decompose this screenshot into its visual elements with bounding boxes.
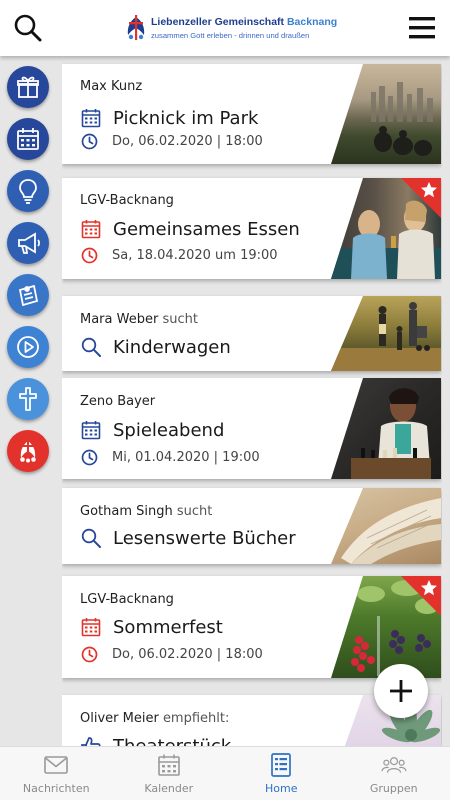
search-icon	[81, 528, 101, 548]
book-photo	[331, 488, 441, 564]
community-logo-icon	[127, 15, 145, 40]
rail-ideas-button[interactable]	[7, 170, 49, 212]
feed-card[interactable]: Mara Weber sucht Kinderwagen	[62, 296, 441, 371]
card-date-row: Do, 06.02.2020 | 18:00	[80, 131, 263, 151]
card-title-row: Gemeinsames Essen	[80, 216, 300, 242]
card-title: Gemeinsames Essen	[113, 218, 300, 240]
nav-label: Kalender	[144, 782, 194, 795]
bottom-navigation: Nachrichten Kalender Home Gruppen	[0, 746, 450, 800]
nav-label: Home	[265, 782, 298, 795]
feed-card[interactable]: LGV-Backnang Gemeinsames Essen Sa, 18.04…	[62, 178, 441, 279]
card-author: Gotham Singh sucht	[80, 504, 213, 519]
hamburger-menu-icon	[409, 17, 435, 39]
clock-icon	[81, 646, 98, 662]
card-title-row: Sommerfest	[80, 614, 223, 640]
nav-gruppen[interactable]: Gruppen	[338, 747, 450, 800]
card-author: Max Kunz	[80, 79, 143, 94]
pin-note-icon	[18, 284, 39, 307]
rail-calendar-button[interactable]	[7, 118, 49, 160]
nav-nachrichten[interactable]: Nachrichten	[0, 747, 113, 800]
lightbulb-icon	[19, 179, 37, 204]
search-icon	[14, 14, 42, 42]
community-logo-icon	[20, 439, 36, 463]
star-icon	[421, 182, 437, 198]
rail-media-button[interactable]	[7, 326, 49, 368]
rail-announcements-button[interactable]	[7, 222, 49, 264]
card-date: Sa, 18.04.2020 um 19:00	[112, 247, 278, 263]
home-list-icon	[271, 753, 292, 777]
rail-notes-button[interactable]	[7, 274, 49, 316]
feed-card[interactable]: Zeno Bayer Spieleabend Mi, 01.04.2020 | …	[62, 378, 441, 479]
card-title-row: Theaterstück	[80, 733, 231, 746]
card-title: Spieleabend	[113, 419, 225, 441]
card-date-row: Do, 06.02.2020 | 18:00	[80, 644, 263, 664]
menu-button[interactable]	[406, 12, 438, 44]
nav-label: Nachrichten	[22, 782, 90, 795]
card-date: Do, 06.02.2020 | 18:00	[112, 646, 263, 662]
picnic-photo	[331, 64, 441, 164]
nav-kalender[interactable]: Kalender	[113, 747, 226, 800]
feed-card[interactable]: Max Kunz Picknick im Park Do, 06.02.2020…	[62, 64, 441, 164]
logo-title: Liebenzeller Gemeinschaft Backnang	[151, 16, 338, 28]
add-post-button[interactable]	[374, 664, 428, 718]
play-icon	[17, 336, 39, 358]
calendar-icon	[157, 754, 180, 776]
card-date: Do, 06.02.2020 | 18:00	[112, 133, 263, 149]
logo-subtitle: zusammen Gott erleben - drinnen und drau…	[151, 31, 310, 40]
clock-icon	[81, 247, 98, 263]
star-icon	[421, 580, 437, 596]
card-author: Zeno Bayer	[80, 394, 156, 409]
card-title: Kinderwagen	[113, 336, 231, 358]
card-author: Oliver Meier empfiehlt:	[80, 711, 230, 726]
search-icon	[81, 337, 101, 357]
search-button[interactable]	[12, 12, 44, 44]
card-date-row: Mi, 01.04.2020 | 19:00	[80, 447, 260, 467]
card-title-row: Kinderwagen	[80, 334, 231, 360]
plus-icon	[390, 680, 412, 702]
card-date-row: Sa, 18.04.2020 um 19:00	[80, 245, 278, 265]
group-icon	[381, 757, 407, 773]
clock-icon	[81, 133, 98, 149]
card-title: Sommerfest	[113, 616, 223, 638]
card-author: LGV-Backnang	[80, 592, 174, 607]
clock-icon	[81, 449, 98, 465]
mail-icon	[44, 756, 69, 774]
gift-icon	[17, 76, 39, 98]
family-walk-photo	[331, 296, 441, 371]
card-title-row: Lesenswerte Bücher	[80, 525, 296, 551]
category-rail	[0, 56, 56, 746]
card-date: Mi, 01.04.2020 | 19:00	[112, 449, 260, 465]
calendar-icon	[81, 421, 101, 440]
calendar-icon	[81, 220, 101, 239]
megaphone-icon	[18, 232, 41, 254]
feed-card[interactable]: Gotham Singh sucht Lesenswerte Bücher	[62, 488, 441, 564]
card-title: Picknick im Park	[113, 107, 259, 129]
thumbs-up-icon	[81, 737, 101, 746]
feed-card[interactable]: LGV-Backnang Sommerfest Do, 06.02.2020 |…	[62, 576, 441, 678]
calendar-icon	[81, 109, 101, 128]
app-header: Liebenzeller Gemeinschaft Backnang zusam…	[0, 0, 450, 56]
nav-label: Gruppen	[369, 782, 418, 795]
card-title: Lesenswerte Bücher	[113, 527, 296, 549]
calendar-icon	[17, 128, 39, 150]
cross-icon	[19, 387, 37, 411]
card-title-row: Picknick im Park	[80, 105, 258, 131]
rail-community-button[interactable]	[7, 430, 49, 472]
calendar-icon	[81, 618, 101, 637]
chess-photo	[331, 378, 441, 479]
home-feed[interactable]: Max Kunz Picknick im Park Do, 06.02.2020…	[62, 56, 442, 746]
rail-gift-button[interactable]	[7, 66, 49, 108]
app-logo[interactable]: Liebenzeller Gemeinschaft Backnang zusam…	[124, 14, 338, 46]
card-title-row: Spieleabend	[80, 417, 224, 443]
card-author: LGV-Backnang	[80, 193, 174, 208]
card-title: Theaterstück	[113, 735, 232, 747]
rail-faith-button[interactable]	[7, 378, 49, 420]
nav-home[interactable]: Home	[225, 747, 338, 800]
card-author: Mara Weber sucht	[80, 312, 198, 327]
